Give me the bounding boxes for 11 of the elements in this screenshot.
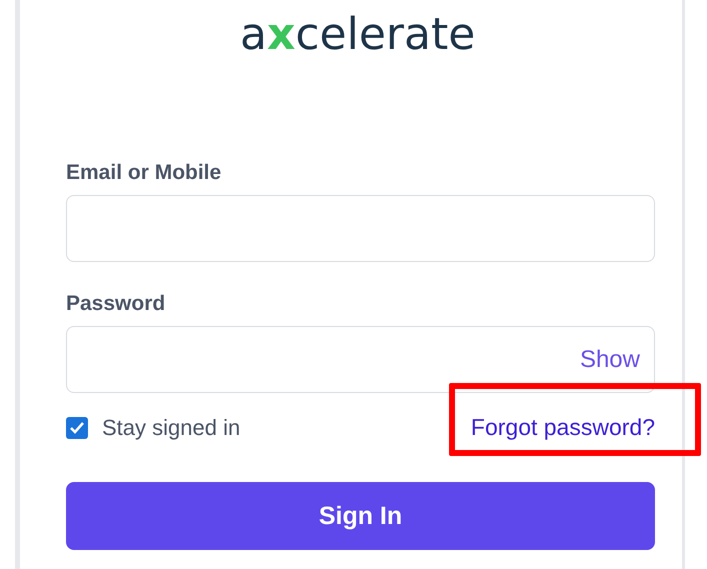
checkbox-label: Stay signed in [102,414,240,440]
password-field[interactable]: Show [66,326,655,393]
checkbox[interactable] [66,416,88,438]
field-label: Email or Mobile [66,161,222,185]
check-icon [69,420,85,434]
logo: axcelerate [240,10,476,60]
forgot-password-link[interactable]: Forgot password? [470,414,655,440]
sign-in-button[interactable]: Sign In [66,482,655,550]
show-password-button[interactable]: Show [580,346,640,374]
email-field[interactable] [66,195,655,262]
field-label: Password [66,292,166,316]
